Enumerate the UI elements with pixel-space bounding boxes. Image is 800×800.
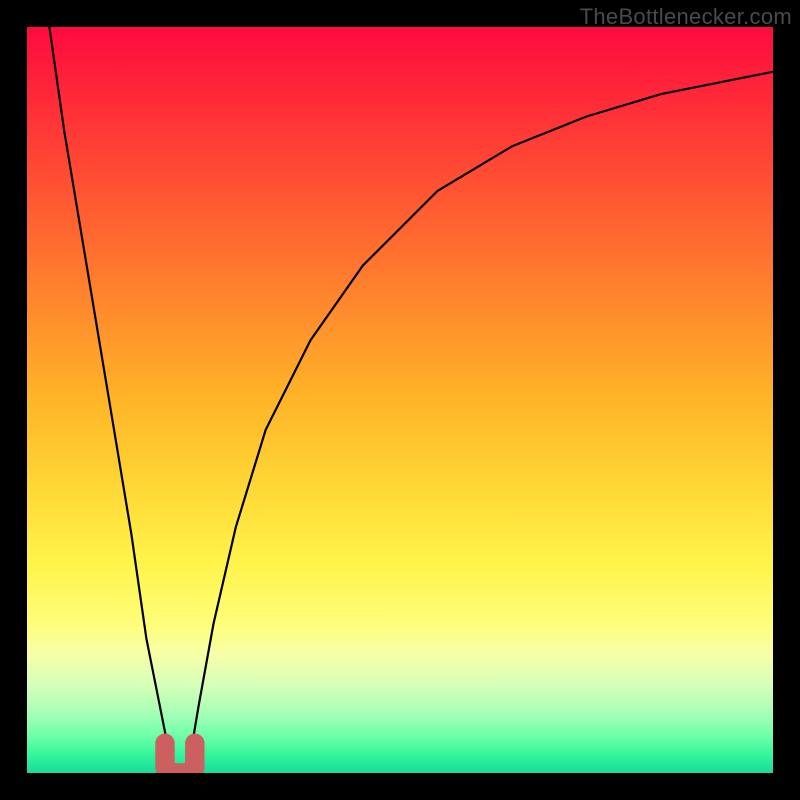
curve-path [49,27,773,773]
bottleneck-curve [27,27,773,773]
chart-plot-area [27,27,773,773]
watermark-text: TheBottlenecker.com [580,4,792,30]
chart-frame: TheBottlenecker.com [0,0,800,800]
